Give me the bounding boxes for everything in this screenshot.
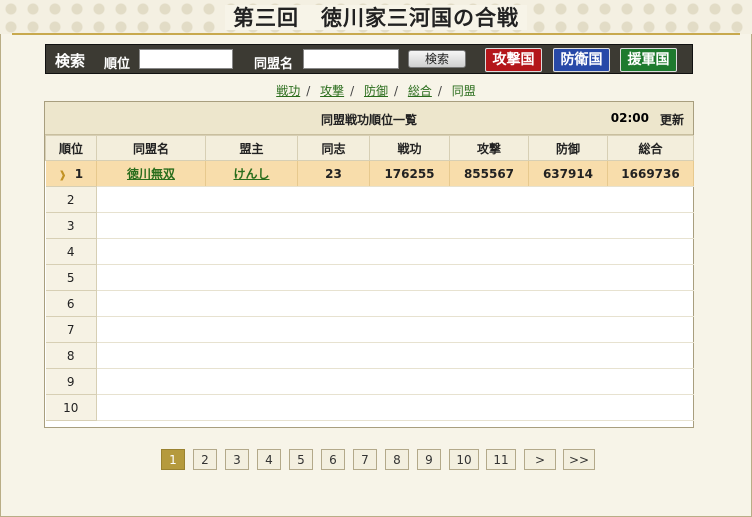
table-row: 7 xyxy=(45,316,694,343)
ranking-tabs: 戦功 / 攻撃 / 防御 / 総合 / 同盟 xyxy=(0,82,752,99)
table-row: ❱ 1 徳川無双 けんし 23 176255 855567 637914 1669… xyxy=(45,160,694,187)
table-title-bar: 同盟戦功順位一覧 02:00 更新 xyxy=(45,102,693,135)
ranking-table: 順位 同盟名 盟主 同志 戦功 攻撃 防御 総合 ❱ 1 徳川無双 けんし 23 … xyxy=(45,135,694,421)
alliance-link[interactable]: 徳川無双 xyxy=(127,167,175,181)
table-header-row: 順位 同盟名 盟主 同志 戦功 攻撃 防御 総合 xyxy=(45,135,694,161)
table-row: 10 xyxy=(45,394,694,421)
tab-alliance: 同盟 xyxy=(451,84,476,98)
tab-separator: / xyxy=(350,84,355,98)
total-cell: 1669736 xyxy=(607,160,694,187)
table-row: 2 xyxy=(45,186,694,213)
page-3-button[interactable]: 3 xyxy=(225,449,249,470)
tab-separator: / xyxy=(437,84,442,98)
tab-separator: / xyxy=(306,84,311,98)
alliance-name-input[interactable] xyxy=(303,49,399,69)
rank-cell: 6 xyxy=(45,290,97,317)
table-row: 8 xyxy=(45,342,694,369)
col-total: 総合 xyxy=(607,135,694,161)
rank-value: 1 xyxy=(74,166,84,181)
rank-cell: 10 xyxy=(45,394,97,421)
table-title: 同盟戦功順位一覧 xyxy=(320,113,417,127)
rank-input[interactable] xyxy=(139,49,233,69)
rank-cell: 2 xyxy=(45,186,97,213)
col-merit: 戦功 xyxy=(369,135,450,161)
tab-overall[interactable]: 総合 xyxy=(408,84,432,98)
title-divider xyxy=(12,33,740,35)
rank-cell: 5 xyxy=(45,264,97,291)
alliance-name-label: 同盟名 xyxy=(254,57,294,72)
defense-nation-button[interactable]: 防衛国 xyxy=(553,48,610,72)
members-cell: 23 xyxy=(297,160,370,187)
next-page-button[interactable]: > xyxy=(524,449,556,470)
page-6-button[interactable]: 6 xyxy=(321,449,345,470)
refresh-link[interactable]: 更新 xyxy=(660,111,684,128)
rank-cell: 9 xyxy=(45,368,97,395)
alliance-cell: 徳川無双 xyxy=(96,160,206,187)
page-1-button[interactable]: 1 xyxy=(161,449,185,470)
table-row: 5 xyxy=(45,264,694,291)
search-bar: 検索 順位 同盟名 検索 攻撃国 防衛国 援軍国 xyxy=(45,44,693,74)
page-10-button[interactable]: 10 xyxy=(449,449,479,470)
attack-nation-button[interactable]: 攻撃国 xyxy=(485,48,542,72)
page-title: 第三回 徳川家三河国の合戦 xyxy=(0,2,752,32)
rank-cell: 3 xyxy=(45,212,97,239)
tab-merit[interactable]: 戦功 xyxy=(276,84,300,98)
page-2-button[interactable]: 2 xyxy=(193,449,217,470)
table-row: 3 xyxy=(45,212,694,239)
page-title-text: 第三回 徳川家三河国の合戦 xyxy=(225,5,527,30)
col-rank: 順位 xyxy=(45,135,97,161)
search-label: 検索 xyxy=(55,52,86,70)
page-4-button[interactable]: 4 xyxy=(257,449,281,470)
rank-label: 順位 xyxy=(104,57,131,72)
leader-cell: けんし xyxy=(205,160,298,187)
page-9-button[interactable]: 9 xyxy=(417,449,441,470)
page-8-button[interactable]: 8 xyxy=(385,449,409,470)
support-nation-button[interactable]: 援軍国 xyxy=(620,48,677,72)
attack-cell: 855567 xyxy=(449,160,529,187)
rank-cell: 7 xyxy=(45,316,97,343)
page-11-button[interactable]: 11 xyxy=(486,449,516,470)
col-leader: 盟主 xyxy=(205,135,298,161)
ranking-table-panel: 同盟戦功順位一覧 02:00 更新 順位 同盟名 盟主 同志 戦功 攻撃 防御 … xyxy=(44,101,694,428)
rank-cell: 8 xyxy=(45,342,97,369)
page-7-button[interactable]: 7 xyxy=(353,449,377,470)
col-attack: 攻撃 xyxy=(449,135,529,161)
col-alliance: 同盟名 xyxy=(96,135,206,161)
table-row: 4 xyxy=(45,238,694,265)
rank-cell: ❱ 1 xyxy=(45,160,97,187)
last-page-button[interactable]: >> xyxy=(563,449,595,470)
tab-attack[interactable]: 攻撃 xyxy=(320,84,344,98)
col-members: 同志 xyxy=(297,135,370,161)
update-time: 02:00 xyxy=(610,111,649,125)
row-pointer-icon: ❱ xyxy=(58,169,67,181)
page-5-button[interactable]: 5 xyxy=(289,449,313,470)
table-row: 9 xyxy=(45,368,694,395)
col-defense: 防御 xyxy=(528,135,608,161)
rank-cell: 4 xyxy=(45,238,97,265)
search-button[interactable]: 検索 xyxy=(408,50,466,68)
leader-link[interactable]: けんし xyxy=(233,167,269,181)
tab-defense[interactable]: 防御 xyxy=(364,84,388,98)
defense-cell: 637914 xyxy=(528,160,608,187)
tab-separator: / xyxy=(394,84,399,98)
table-row: 6 xyxy=(45,290,694,317)
merit-cell: 176255 xyxy=(369,160,450,187)
